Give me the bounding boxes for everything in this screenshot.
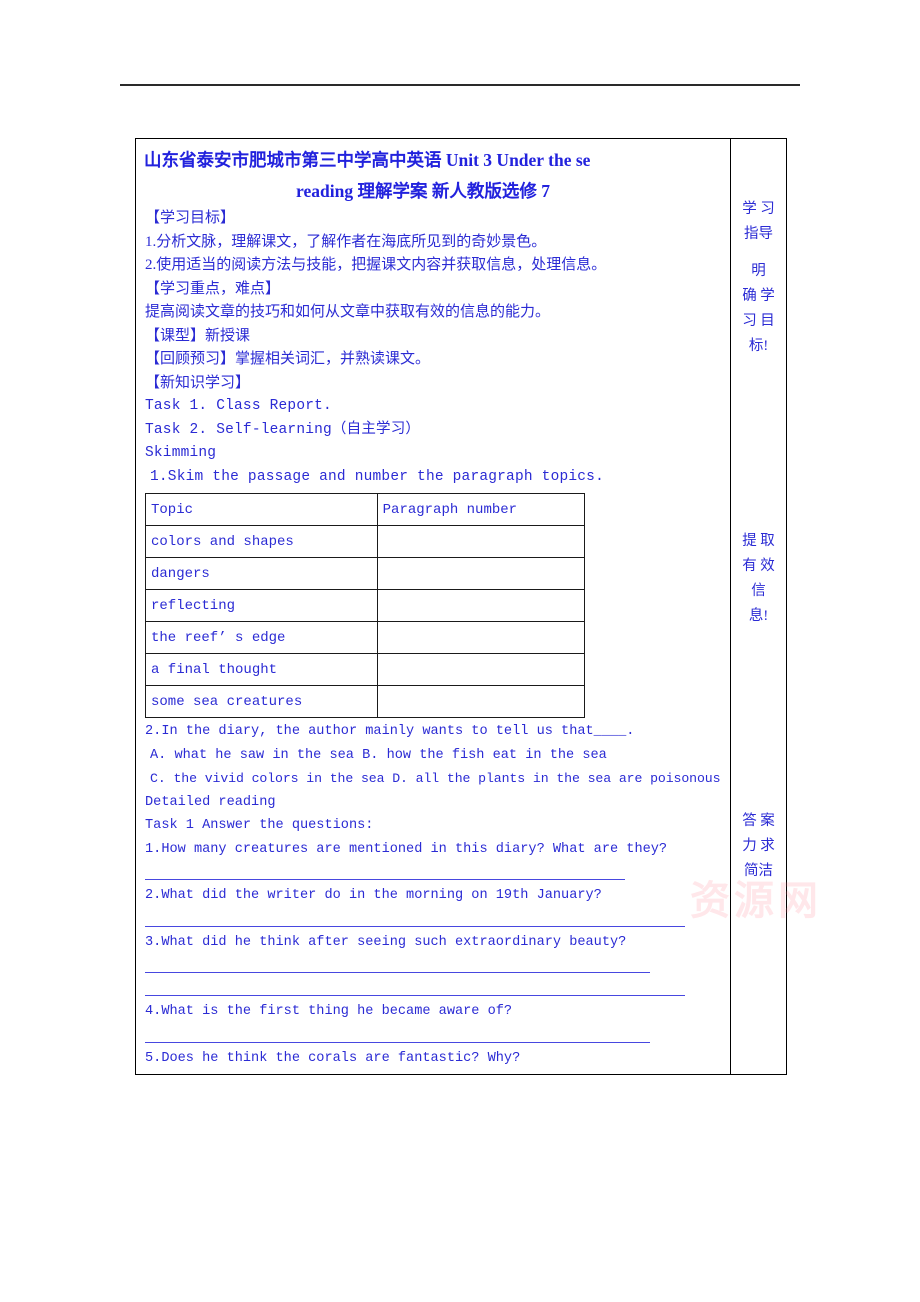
new-knowledge-heading: 【新知识学习】 (145, 374, 251, 391)
detailed-question-3: 3.What did he think after seeing such ex… (145, 934, 627, 950)
guidance-note-concise-answers: 答 案 力 求 简洁 (731, 809, 786, 884)
guidance-note-extract-info: 提 取 有 效 信 息! (731, 529, 786, 629)
key-points-heading: 【学习重点，难点】 (145, 280, 281, 297)
table-header-paragraph-number: Paragraph number (376, 493, 586, 526)
skimming-question-2-options-ab: A. what he saw in the sea B. how the fis… (150, 747, 607, 763)
key-points-text: 提高阅读文章的技巧和如何从文章中获取有效的信息的能力。 (145, 304, 551, 320)
table-cell-paragraph-number[interactable] (376, 525, 586, 558)
document-title-line-1: 山东省泰安市肥城市第三中学高中英语 Unit 3 Under the se (144, 150, 591, 170)
guidance-line: 力 求 (742, 838, 775, 854)
detailed-question-1: 1.How many creatures are mentioned in th… (145, 841, 668, 857)
detailed-question-2: 2.What did the writer do in the morning … (145, 888, 602, 903)
guidance-note-study-guide: 学 习 指导 (731, 197, 786, 247)
review-preview-heading: 【回顾预习】 (145, 351, 236, 367)
skimming-question-2-stem: 2.In the diary, the author mainly wants … (145, 724, 635, 739)
detailed-question-4: 4.What is the first thing he became awar… (145, 1004, 513, 1019)
worksheet-main-column: 山东省泰安市肥城市第三中学高中英语 Unit 3 Under the se re… (136, 139, 731, 1074)
guidance-line: 学 习 (742, 201, 775, 217)
worksheet-row: 山东省泰安市肥城市第三中学高中英语 Unit 3 Under the se re… (136, 139, 786, 1074)
lesson-type-line: 【课型】新授课 (136, 325, 730, 349)
learning-objectives-heading: 【学习目标】 (145, 210, 236, 226)
guidance-line: 简洁 (744, 863, 773, 879)
guidance-note-clarify-goals: 明 确 学 习 目 标! (731, 259, 786, 359)
document-title-line-2: reading 理解学案 新人教版选修 7 (296, 181, 550, 201)
table-cell-topic: a final thought (145, 653, 378, 686)
skimming-topics-table: Topic Paragraph number colors and shapes… (145, 493, 586, 718)
table-header-row: Topic Paragraph number (145, 493, 586, 526)
table-cell-topic: reflecting (145, 589, 378, 622)
worksheet-guidance-column: 学 习 指导 明 确 学 习 目 标! 提 取 有 效 信 息! 答 案 力 求… (731, 139, 786, 1074)
learning-objective-1: 1.分析文脉，理解课文，了解作者在海底所见到的奇妙景色。 (145, 233, 547, 250)
guidance-line: 指导 (744, 226, 773, 242)
table-cell-paragraph-number[interactable] (376, 557, 586, 590)
task-1-label: Task 1. Class Report. (145, 398, 332, 414)
detailed-question-5: 5.Does he think the corals are fantastic… (145, 1050, 521, 1066)
table-cell-paragraph-number[interactable] (376, 621, 586, 654)
skimming-instruction: 1.Skim the passage and number the paragr… (150, 468, 604, 485)
answer-line-3b[interactable] (136, 977, 730, 1000)
lesson-type-value: 新授课 (205, 327, 251, 344)
table-cell-paragraph-number[interactable] (376, 653, 586, 686)
guidance-line: 提 取 (742, 533, 775, 549)
page-header-rule (120, 84, 800, 86)
detailed-reading-task-1-label: Task 1 Answer the questions: (145, 818, 374, 833)
review-preview-line: 【回顾预习】掌握相关词汇，并熟读课文。 (136, 348, 730, 372)
table-cell-paragraph-number[interactable] (376, 685, 586, 718)
table-row: the reef’ s edge (145, 621, 586, 654)
lesson-type-heading: 【课型】 (145, 327, 206, 344)
guidance-line: 习 目 (742, 313, 775, 329)
table-row: some sea creatures (145, 685, 586, 718)
table-cell-topic: the reef’ s edge (145, 621, 378, 654)
skimming-table-body: Topic Paragraph number colors and shapes… (145, 493, 586, 718)
answer-line-4[interactable] (136, 1024, 730, 1047)
detailed-reading-label: Detailed reading (145, 794, 276, 810)
guidance-line: 明 (751, 263, 766, 279)
table-cell-topic: dangers (145, 557, 378, 590)
table-cell-topic: some sea creatures (145, 685, 378, 718)
task-2-label: Task 2. Self-learning（自主学习） (145, 421, 421, 438)
guidance-line: 标! (748, 338, 769, 354)
guidance-line: 有 效 (742, 558, 775, 574)
guidance-line: 答 案 (742, 813, 775, 829)
worksheet-outer-table: 山东省泰安市肥城市第三中学高中英语 Unit 3 Under the se re… (135, 138, 787, 1075)
table-row: a final thought (145, 653, 586, 686)
answer-line-1[interactable] (136, 861, 730, 884)
learning-objective-2: 2.使用适当的阅读方法与技能，把握课文内容并获取信息，处理信息。 (145, 257, 607, 273)
table-row: colors and shapes (145, 525, 586, 558)
guidance-line: 息! (748, 608, 769, 624)
table-cell-paragraph-number[interactable] (376, 589, 586, 622)
answer-line-2[interactable] (136, 908, 730, 931)
table-row: reflecting (145, 589, 586, 622)
table-cell-topic: colors and shapes (145, 525, 378, 558)
guidance-line: 确 学 (742, 288, 775, 304)
skimming-question-2-options-cd: C. the vivid colors in the sea D. all th… (150, 771, 721, 786)
table-row: dangers (145, 557, 586, 590)
answer-line-3a[interactable] (136, 954, 730, 977)
table-header-topic: Topic (145, 493, 378, 526)
skimming-label: Skimming (145, 445, 217, 461)
review-preview-value: 掌握相关词汇，并熟读课文。 (235, 351, 431, 367)
guidance-line: 信 (751, 583, 766, 599)
document-page: 山东省泰安市肥城市第三中学高中英语 Unit 3 Under the se re… (0, 0, 920, 1302)
